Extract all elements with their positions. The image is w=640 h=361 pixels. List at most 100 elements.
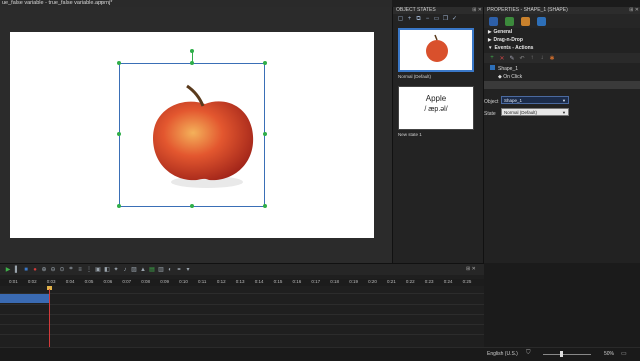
object-select-value: Shape_1	[504, 98, 523, 103]
resize-handle-w[interactable]	[117, 132, 121, 136]
audio-icon[interactable]: ♪	[122, 267, 128, 273]
copy-state-icon[interactable]: ❐	[442, 16, 449, 23]
split-icon[interactable]: ⌗	[68, 266, 74, 273]
timeline-tick-label: 0:13	[235, 279, 245, 284]
add-state-icon[interactable]: +	[406, 16, 413, 23]
mark-icon[interactable]: ◧	[104, 266, 110, 273]
section-events-label: Events - Actions	[494, 45, 534, 51]
timeline-tick-label: 0:20	[368, 279, 377, 284]
zoom-out-icon[interactable]: ⊖	[50, 266, 56, 273]
fit-icon[interactable]: ⊙	[59, 266, 65, 273]
timeline-tick-label: 0:16	[292, 279, 302, 284]
states-panel-title: OBJECT STATES	[396, 7, 436, 13]
play-icon[interactable]: ▶	[5, 266, 11, 273]
layout-tab-icon[interactable]	[505, 16, 514, 26]
fit-page-icon[interactable]: ▭	[621, 350, 627, 357]
document-tab[interactable]: ue_false variable - true_false variable.…	[0, 0, 392, 7]
resize-handle-n[interactable]	[190, 61, 194, 65]
more-icon[interactable]: ▾	[185, 266, 191, 273]
apply-state-icon[interactable]: ✓	[451, 16, 458, 23]
track-divider	[0, 334, 484, 335]
effect-icon[interactable]: ✦	[113, 266, 119, 273]
timeline-tick-label: 0:19	[349, 279, 358, 284]
lock-icon[interactable]: ▥	[158, 266, 164, 273]
properties-header: PROPERTIES - SHAPE_1 (SHAPE) ⊞ ✕	[484, 7, 640, 14]
stop-icon[interactable]: ■	[23, 267, 29, 273]
section-events-actions[interactable]: ▼ Events - Actions	[484, 44, 640, 52]
rotation-handle[interactable]	[190, 49, 194, 53]
delete-state-icon[interactable]: ▭	[433, 16, 440, 23]
timeline-pin-icon[interactable]: ⊞ ✕	[466, 266, 476, 272]
caption-icon[interactable]: ▤	[149, 266, 155, 273]
remove-state-icon[interactable]: −	[424, 16, 431, 23]
tree-object-row[interactable]: Shape_1	[484, 65, 640, 73]
playhead[interactable]	[49, 289, 50, 348]
remove-event-icon[interactable]: ✕	[499, 55, 505, 62]
chart-icon[interactable]: ▲	[140, 267, 146, 273]
link-icon[interactable]: ⚭	[176, 266, 182, 273]
timeline-tick-label: 0:12	[216, 279, 226, 284]
style-tab-icon[interactable]	[489, 16, 498, 26]
section-general[interactable]: ▶ General	[484, 28, 640, 36]
zoom-in-icon[interactable]: ⊕	[41, 266, 47, 273]
timeline-tick-label: 0:21	[387, 279, 396, 284]
document-title: ue_false variable - true_false variable.…	[2, 0, 113, 6]
pause-icon[interactable]: ▌	[14, 267, 20, 273]
align-icon[interactable]: ≡	[77, 267, 83, 273]
panel-pin-icon[interactable]: ⊞ ✕	[472, 7, 482, 14]
language-indicator[interactable]: English (U.S.)	[487, 351, 518, 357]
filter-icon[interactable]: ⛉	[526, 350, 531, 357]
tree-object-label: Shape_1	[498, 66, 519, 72]
tree-event-row[interactable]: ◆ On Click	[484, 73, 640, 81]
state-thumb-normal[interactable]	[398, 28, 474, 72]
section-drag-drop[interactable]: ▶ Drag-n-Drop	[484, 36, 640, 44]
move-up-icon[interactable]: ↑	[529, 55, 535, 61]
timeline-tick-label: 0:02	[27, 279, 37, 284]
shape-object-icon	[490, 65, 495, 70]
distribute-icon[interactable]: ⋮	[86, 266, 92, 273]
timeline-tick-label: 0:22	[405, 279, 415, 284]
resize-handle-s[interactable]	[190, 204, 194, 208]
audio-tab-icon[interactable]	[537, 16, 546, 26]
timeline-tick-label: 0:04	[65, 279, 75, 284]
size-tab-icon[interactable]	[521, 16, 530, 26]
resize-handle-ne[interactable]	[263, 61, 267, 65]
state-select[interactable]: Normal (Default) ▼	[501, 108, 569, 116]
timeline-tick-label: 0:01	[9, 279, 18, 284]
timeline-ruler[interactable]: 0:01 0:02 0:03 0:04 0:05 0:06 0:07 0:08 0:09 0:10…	[0, 279, 484, 286]
timeline-tick-label: 0:05	[84, 279, 94, 284]
zoom-slider-knob[interactable]	[560, 351, 563, 357]
group-icon[interactable]: ▣	[95, 266, 101, 273]
timeline-tick-label: 0:06	[103, 279, 113, 284]
apple-thumbnail-icon	[426, 34, 448, 62]
timeline-tick-label: 0:24	[443, 279, 453, 284]
close-tab-icon[interactable]: ×	[100, 0, 103, 6]
timeline-tick-label: 0:10	[179, 279, 188, 284]
resize-handle-se[interactable]	[263, 204, 267, 208]
state-thumb-new-state[interactable]: Apple / æp.əl/	[398, 86, 474, 130]
timeline-tick-label: 0:17	[311, 279, 321, 284]
duplicate-state-icon[interactable]: ⧉	[415, 16, 422, 23]
timeline-toolbar: ▶ ▌ ■ ● ⊕ ⊖ ⊙ ⌗ ≡ ⋮ ▣ ◧ ✦ ♪ ▨ ▲ ▤ ▥ ◐ ⚭ …	[0, 264, 484, 275]
settings-event-icon[interactable]: ✱	[549, 55, 555, 62]
resize-handle-sw[interactable]	[117, 204, 121, 208]
image-icon[interactable]: ▨	[131, 266, 137, 273]
timeline-track-bar[interactable]	[0, 294, 50, 303]
properties-panel: PROPERTIES - SHAPE_1 (SHAPE) ⊞ ✕ ▶ Genera…	[483, 7, 640, 263]
properties-pin-icon[interactable]: ⊞ ✕	[629, 7, 639, 14]
resize-handle-nw[interactable]	[117, 61, 121, 65]
zoom-slider[interactable]	[543, 354, 591, 355]
edit-event-icon[interactable]: ✎	[509, 55, 515, 62]
undo-event-icon[interactable]: ↶	[519, 55, 525, 62]
new-state-icon[interactable]: ▢	[397, 16, 404, 23]
layer-icon[interactable]: ◐	[167, 267, 173, 273]
zoom-level: 50%	[604, 351, 615, 357]
track-divider	[0, 314, 484, 315]
shape-selection-frame[interactable]	[119, 63, 265, 207]
record-icon[interactable]: ●	[32, 267, 38, 273]
move-down-icon[interactable]: ↓	[539, 55, 545, 61]
add-event-icon[interactable]: +	[489, 55, 495, 61]
action-row-selected[interactable]	[484, 81, 640, 89]
object-select[interactable]: Shape_1 ▼	[501, 96, 569, 104]
resize-handle-e[interactable]	[263, 132, 267, 136]
